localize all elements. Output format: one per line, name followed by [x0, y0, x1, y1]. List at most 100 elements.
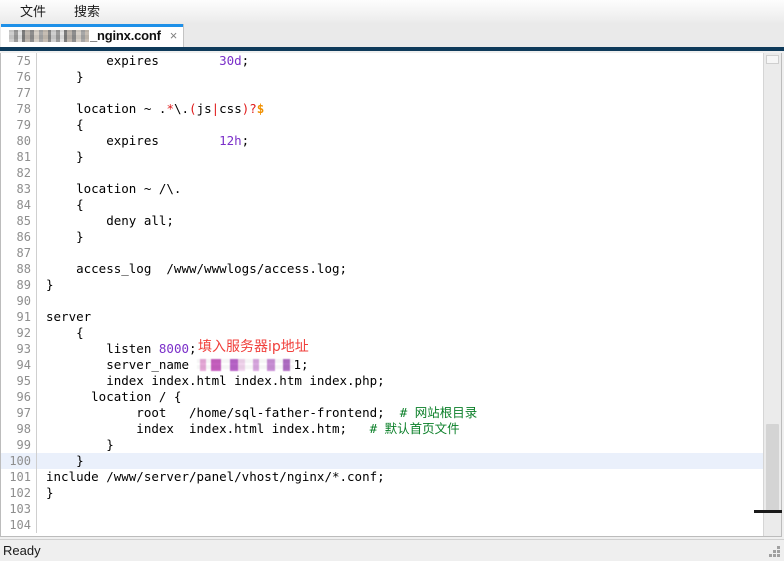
code-line[interactable]: 83 location ~ /\. — [1, 181, 763, 197]
menu-bar: 文件 搜索 — [0, 0, 784, 24]
code-line[interactable]: 86 } — [1, 229, 763, 245]
line-number: 77 — [1, 85, 37, 101]
line-number: 91 — [1, 309, 37, 325]
code-comment: # 网站根目录 — [399, 405, 478, 420]
line-number: 89 — [1, 277, 37, 293]
vertical-scrollbar-thumb[interactable] — [766, 424, 779, 512]
redacted-filename-prefix — [9, 29, 89, 42]
code-token: 8000 — [158, 341, 189, 356]
code-line[interactable]: 78 location ~ .*\.(js|css)?$ — [1, 101, 763, 117]
code-line-text: } — [37, 453, 763, 469]
scroll-up-button[interactable] — [766, 55, 779, 64]
line-number: 81 — [1, 149, 37, 165]
code-line[interactable]: 92 { — [1, 325, 763, 341]
line-number: 94 — [1, 357, 37, 373]
code-line[interactable]: 75 expires 30d; — [1, 53, 763, 69]
code-token: location / { — [46, 389, 182, 404]
code-line[interactable]: 104 — [1, 517, 763, 533]
tab-nginx-conf[interactable]: _nginx.conf × — [0, 24, 185, 47]
line-number: 98 — [1, 421, 37, 437]
code-line[interactable]: 93 listen 8000; — [1, 341, 763, 357]
menu-file[interactable]: 文件 — [10, 2, 56, 22]
menu-search[interactable]: 搜索 — [64, 2, 110, 22]
line-number: 102 — [1, 485, 37, 501]
close-icon[interactable]: × — [170, 29, 178, 42]
code-token: } — [46, 485, 54, 500]
code-line-text: include /www/server/panel/vhost/nginx/*.… — [37, 469, 763, 485]
code-token: * — [166, 101, 174, 116]
code-line-text: listen 8000; — [37, 341, 763, 357]
code-line[interactable]: 87 — [1, 245, 763, 261]
line-number: 82 — [1, 165, 37, 181]
code-token: listen — [46, 341, 159, 356]
code-line[interactable]: 80 expires 12h; — [1, 133, 763, 149]
code-token: } — [46, 69, 84, 84]
code-line-text: access_log /www/wwwlogs/access.log; — [37, 261, 763, 277]
code-line[interactable]: 84 { — [1, 197, 763, 213]
code-line[interactable]: 103 — [1, 501, 763, 517]
code-token: expires — [46, 133, 220, 148]
code-line[interactable]: 77 — [1, 85, 763, 101]
code-line[interactable]: 96 location / { — [1, 389, 763, 405]
code-token: \. — [173, 101, 190, 116]
code-token: server_name — [46, 357, 197, 372]
line-number: 76 — [1, 69, 37, 85]
editor-frame: 75 expires 30d; 76 } 77 78 location ~ .*\.(… — [0, 53, 782, 537]
code-token: expires — [46, 53, 220, 68]
code-token: ; — [241, 133, 250, 148]
line-number: 78 — [1, 101, 37, 117]
line-number: 79 — [1, 117, 37, 133]
line-number: 85 — [1, 213, 37, 229]
horizontal-scroll-indicator[interactable] — [754, 510, 782, 513]
line-number: 90 — [1, 293, 37, 309]
line-number: 95 — [1, 373, 37, 389]
redacted-server-name — [196, 359, 294, 371]
code-line[interactable]: 102} — [1, 485, 763, 501]
code-token: ; — [241, 53, 250, 68]
code-line[interactable]: 76 } — [1, 69, 763, 85]
line-number: 83 — [1, 181, 37, 197]
code-line-text: } — [37, 69, 763, 85]
line-number: 75 — [1, 53, 37, 69]
line-number: 80 — [1, 133, 37, 149]
ip-annotation: 填入服务器ip地址 — [198, 339, 309, 355]
code-line[interactable]: 95 index index.html index.htm index.php; — [1, 373, 763, 389]
line-number: 100 — [1, 453, 37, 469]
code-line[interactable]: 89} — [1, 277, 763, 293]
code-line[interactable]: 91 server — [1, 309, 763, 325]
status-text: Ready — [3, 543, 41, 558]
notepad-window: 文件 搜索 _nginx.conf × 75 expires 30d; 76 } 7… — [0, 0, 784, 561]
code-token: index index.html index.htm; — [46, 421, 370, 436]
code-token: location ~ /\. — [46, 181, 182, 196]
code-line[interactable]: 85 deny all; — [1, 213, 763, 229]
code-line-text: root /home/sql-father-frontend; # 网站根目录 — [37, 405, 763, 421]
code-line[interactable]: 81 } — [1, 149, 763, 165]
code-token: ? — [249, 101, 257, 116]
code-token: access_log /www/wwwlogs/access.log; — [46, 261, 348, 276]
code-line[interactable]: 101 include /www/server/panel/vhost/nginx… — [1, 469, 763, 485]
vertical-scrollbar[interactable] — [763, 53, 781, 536]
code-text-area[interactable]: 75 expires 30d; 76 } 77 78 location ~ .*\.(… — [1, 53, 763, 536]
code-token: 1; — [293, 357, 309, 372]
code-line[interactable]: 82 — [1, 165, 763, 181]
code-line[interactable]: 90 — [1, 293, 763, 309]
line-number: 96 — [1, 389, 37, 405]
line-number: 103 — [1, 501, 37, 517]
code-line[interactable]: 98 index index.html index.htm; # 默认首页文件 — [1, 421, 763, 437]
code-token: { — [46, 325, 84, 340]
code-line-text: { — [37, 117, 763, 133]
code-line[interactable]: 88 access_log /www/wwwlogs/access.log; — [1, 261, 763, 277]
code-token: js — [196, 101, 212, 116]
code-line[interactable]: 99 } — [1, 437, 763, 453]
code-token: css — [219, 101, 242, 116]
code-line[interactable]: 79 { — [1, 117, 763, 133]
resize-grip[interactable] — [769, 546, 782, 559]
code-line[interactable]: 94 server_name 1; — [1, 357, 763, 373]
code-line[interactable]: 97 root /home/sql-father-frontend; # 网站根… — [1, 405, 763, 421]
code-token: } — [46, 149, 84, 164]
code-line-text: } — [37, 277, 763, 293]
code-line[interactable]: 100 } — [1, 453, 763, 469]
code-token: 12h — [219, 133, 242, 148]
code-line-text: location ~ /\. — [37, 181, 763, 197]
line-number: 84 — [1, 197, 37, 213]
